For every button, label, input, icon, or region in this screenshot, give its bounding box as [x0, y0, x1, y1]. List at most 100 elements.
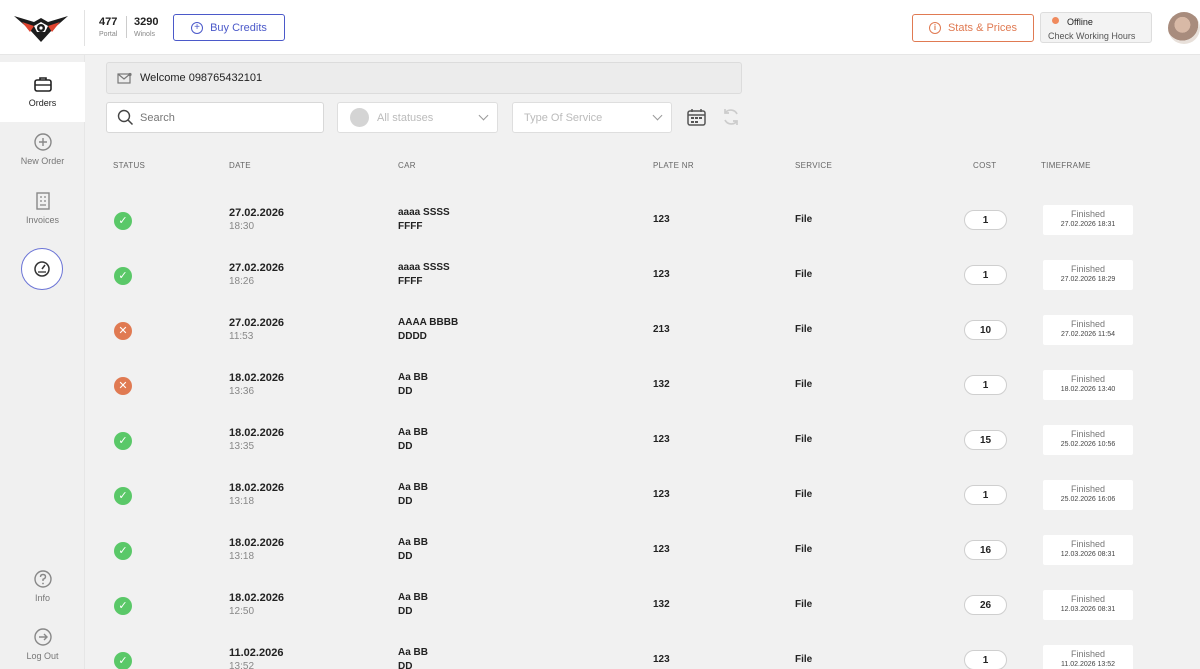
sidebar-label-logout: Log Out	[26, 651, 59, 661]
sidebar: Orders New Order Invoices Info Log Out	[0, 55, 85, 669]
table-row[interactable]: ✓ 18.02.2026 13:35 Aa BB DD 123 File 15 …	[100, 420, 1160, 475]
timeframe-box: Finished 12.03.2026 08:31	[1043, 590, 1133, 620]
plate-number: 123	[653, 214, 670, 225]
timeframe-status: Finished	[1070, 264, 1106, 274]
plate-number: 123	[653, 269, 670, 280]
car-model: Aa BB	[398, 372, 429, 383]
plate-number: 132	[653, 379, 670, 390]
plate-number: 213	[653, 324, 670, 335]
sidebar-item-invoices[interactable]: Invoices	[0, 191, 85, 231]
timeframe-date: 27.02.2026 18:29	[1060, 276, 1116, 283]
service-type: File	[795, 599, 813, 610]
logo-icon[interactable]	[12, 10, 70, 46]
winols-credits-label: Winols	[134, 31, 156, 38]
timeframe-box: Finished 18.02.2026 13:40	[1043, 370, 1133, 400]
column-header-status: STATUS	[113, 161, 146, 170]
order-date: 27.02.2026	[229, 317, 285, 329]
buy-credits-button[interactable]: + Buy Credits	[173, 14, 285, 41]
table-row[interactable]: ✓ 18.02.2026 13:18 Aa BB DD 123 File 16 …	[100, 530, 1160, 585]
timeframe-box: Finished 25.02.2026 16:06	[1043, 480, 1133, 510]
check-circle-icon: ✓	[114, 542, 132, 560]
plate-number: 123	[653, 544, 670, 555]
sidebar-label-new-order: New Order	[20, 156, 65, 166]
car-model: Aa BB	[398, 427, 429, 438]
service-type: File	[795, 544, 813, 555]
table-row[interactable]: ✓ 18.02.2026 13:18 Aa BB DD 123 File 1 F…	[100, 475, 1160, 530]
table-row[interactable]: ✕ 18.02.2026 13:36 Aa BB DD 132 File 1 F…	[100, 365, 1160, 420]
car-model: Aa BB	[398, 537, 429, 548]
refresh-icon[interactable]	[721, 107, 741, 127]
header-divider	[84, 10, 85, 46]
car-variant: DD	[398, 661, 413, 669]
table-row[interactable]: ✓ 11.02.2026 13:52 Aa BB DD 123 File 1 F…	[100, 640, 1160, 669]
timeframe-box: Finished 27.02.2026 11:54	[1043, 315, 1133, 345]
chevron-down-icon	[478, 110, 489, 121]
sidebar-item-info[interactable]: Info	[0, 569, 85, 609]
order-time: 13:36	[229, 386, 255, 397]
logout-icon	[33, 628, 52, 646]
timeframe-date: 12.03.2026 08:31	[1060, 606, 1116, 613]
search-box[interactable]	[106, 102, 324, 133]
dashboard-gauge-button[interactable]	[21, 248, 63, 290]
service-type-select[interactable]: Type Of Service	[512, 102, 672, 133]
user-avatar[interactable]	[1168, 12, 1200, 44]
table-row[interactable]: ✕ 27.02.2026 11:53 AAAA BBBB DDDD 213 Fi…	[100, 310, 1160, 365]
order-date: 18.02.2026	[229, 537, 285, 549]
check-working-hours-link: Check Working Hours	[1048, 31, 1136, 41]
timeframe-status: Finished	[1070, 374, 1106, 384]
timeframe-box: Finished 27.02.2026 18:29	[1043, 260, 1133, 290]
winols-credits: 3290 Winols	[134, 16, 158, 38]
stats-prices-button[interactable]: i Stats & Prices	[912, 14, 1034, 42]
plate-number: 132	[653, 599, 670, 610]
service-type-placeholder: Type Of Service	[524, 111, 603, 124]
timeframe-date: 18.02.2026 13:40	[1060, 386, 1116, 393]
cost-badge: 1	[964, 485, 1007, 505]
sidebar-label-info: Info	[34, 593, 50, 603]
timeframe-status: Finished	[1070, 594, 1106, 604]
search-icon	[117, 109, 134, 126]
car-variant: DD	[398, 496, 413, 507]
sidebar-item-new-order[interactable]: New Order	[0, 132, 85, 172]
status-filter-select[interactable]: All statuses	[337, 102, 498, 133]
working-status-badge[interactable]: Offline Check Working Hours	[1040, 12, 1152, 43]
order-time: 12:50	[229, 606, 255, 617]
sidebar-label-orders: Orders	[28, 98, 57, 108]
calendar-icon[interactable]	[687, 108, 706, 126]
table-row[interactable]: ✓ 27.02.2026 18:30 aaaa SSSS FFFF 123 Fi…	[100, 200, 1160, 255]
service-type: File	[795, 324, 813, 335]
check-circle-icon: ✓	[114, 212, 132, 230]
sidebar-item-logout[interactable]: Log Out	[0, 627, 85, 667]
order-date: 18.02.2026	[229, 592, 285, 604]
car-model: Aa BB	[398, 647, 429, 658]
question-circle-icon	[33, 570, 52, 588]
chevron-down-icon	[652, 110, 663, 121]
cost-badge: 10	[964, 320, 1007, 340]
table-row[interactable]: ✓ 27.02.2026 18:26 aaaa SSSS FFFF 123 Fi…	[100, 255, 1160, 310]
gauge-icon	[34, 261, 50, 277]
timeframe-date: 25.02.2026 10:56	[1060, 441, 1116, 448]
timeframe-date: 11.02.2026 13:52	[1061, 661, 1115, 668]
plus-circle-icon: +	[191, 21, 204, 34]
car-model: aaaa SSSS	[398, 262, 450, 273]
offline-status-title: Offline	[1067, 17, 1093, 27]
info-circle-icon: i	[928, 22, 941, 34]
search-input[interactable]	[140, 111, 310, 124]
table-row[interactable]: ✓ 18.02.2026 12:50 Aa BB DD 132 File 26 …	[100, 585, 1160, 640]
timeframe-date: 25.02.2026 16:06	[1060, 496, 1116, 503]
timeframe-status: Finished	[1070, 429, 1106, 439]
order-date: 27.02.2026	[229, 207, 285, 219]
column-header-service: SERVICE	[795, 161, 833, 170]
car-variant: DD	[398, 606, 413, 617]
plate-number: 123	[653, 489, 670, 500]
invoice-building-icon	[35, 192, 50, 210]
cost-badge: 15	[964, 430, 1007, 450]
sidebar-item-orders[interactable]: Orders	[0, 62, 85, 122]
stats-prices-label: Stats & Prices	[947, 22, 1018, 34]
check-circle-icon: ✓	[114, 597, 132, 615]
order-date: 11.02.2026	[229, 647, 284, 659]
car-model: Aa BB	[398, 592, 429, 603]
service-type: File	[795, 379, 813, 390]
timeframe-box: Finished 27.02.2026 18:31	[1043, 205, 1133, 235]
column-header-car: CAR	[398, 161, 416, 170]
order-time: 13:35	[229, 441, 255, 452]
